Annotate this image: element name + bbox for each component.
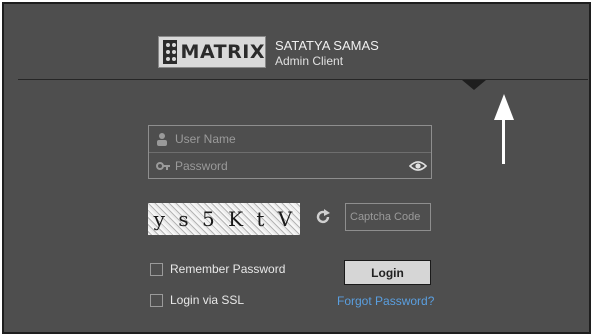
password-row	[149, 153, 431, 179]
arrow-up-shaft	[502, 116, 505, 164]
forgot-password-link[interactable]: Forgot Password?	[337, 294, 434, 308]
username-row	[149, 126, 431, 153]
login-window: MATRIX SATATYA SAMAS Admin Client User N…	[2, 2, 591, 334]
header-divider	[18, 79, 588, 80]
product-subtitle: Admin Client	[275, 54, 344, 68]
captcha-char: 5	[201, 207, 217, 231]
eye-icon[interactable]	[409, 159, 427, 173]
captcha-char: t	[256, 207, 267, 231]
remember-password-checkbox[interactable]	[150, 263, 163, 276]
captcha-char: y	[153, 207, 167, 231]
captcha-char: K	[228, 207, 246, 231]
captcha-char: V	[277, 207, 295, 231]
captcha-char: s	[178, 207, 191, 231]
remember-password-label: Remember Password	[170, 262, 286, 276]
login-via-ssl-label: Login via SSL	[170, 293, 245, 307]
username-input[interactable]	[175, 130, 405, 148]
captcha-image: y s 5 K t V	[148, 203, 300, 235]
logo-dots-icon	[163, 40, 182, 64]
user-icon	[157, 133, 167, 146]
login-via-ssl-checkbox[interactable]	[150, 294, 163, 307]
key-icon	[156, 162, 170, 170]
matrix-logo: MATRIX	[158, 36, 266, 68]
product-name: SATATYA SAMAS	[275, 38, 379, 53]
login-button[interactable]: Login	[344, 260, 431, 285]
logo-text: MATRIX	[180, 41, 265, 63]
credentials-group	[148, 125, 432, 179]
refresh-icon[interactable]	[315, 209, 331, 225]
password-input[interactable]	[175, 157, 405, 175]
captcha-input[interactable]	[345, 203, 431, 231]
divider-notch	[462, 80, 486, 90]
